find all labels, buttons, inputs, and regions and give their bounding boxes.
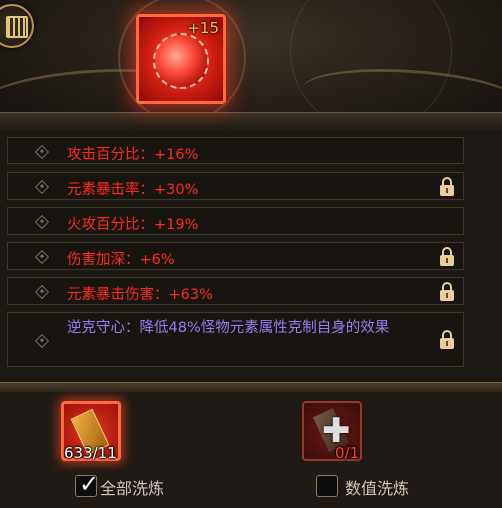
diamond-bullet-icon [34,179,50,195]
value-refine-checkbox[interactable] [316,475,338,497]
attribute-text: 伤害加深：+6% [67,252,175,268]
diamond-bullet-icon [34,249,50,265]
attribute-row[interactable]: 攻击百分比：+16% [7,137,464,164]
value-refine-label[interactable]: 数值洗炼 [345,475,409,499]
book-icon [6,16,28,38]
attribute-row[interactable]: 逆克守心：降低48%怪物元素属性克制自身的效果 [7,312,464,367]
item-header [0,0,502,130]
checkmark-icon: ✓ [79,470,100,498]
material-count: 633/11 [64,444,117,462]
attribute-text: 逆克守心：降低48%怪物元素属性克制自身的效果 [67,320,390,336]
diamond-bullet-icon [34,144,50,160]
attribute-row[interactable]: 元素暴击率：+30% [7,172,464,200]
enhance-level: +15 [187,19,219,37]
attribute-panel: 攻击百分比：+16% 元素暴击率：+30% 火攻百分比：+19% 伤害加深：+6… [0,130,502,382]
diamond-bullet-icon [34,333,50,349]
lock-icon[interactable] [440,247,454,266]
attribute-text: 元素暴击率：+30% [67,182,199,198]
attribute-row[interactable]: 伤害加深：+6% [7,242,464,270]
lock-icon[interactable] [440,282,454,301]
lock-icon[interactable] [440,330,454,349]
attribute-text: 攻击百分比：+16% [67,147,199,163]
equipped-item-slot[interactable]: +15 [136,14,226,104]
attribute-row[interactable]: 元素暴击伤害：+63% [7,277,464,305]
attribute-text: 元素暴击伤害：+63% [67,287,213,303]
material-count: 0/1 [335,444,360,462]
full-refine-label[interactable]: 全部洗炼 [100,475,164,499]
lock-icon[interactable] [440,177,454,196]
dragon-emblem-icon [153,33,209,89]
attribute-text: 火攻百分比：+19% [67,217,199,233]
diamond-bullet-icon [34,284,50,300]
decor-floor [0,112,502,130]
attribute-row[interactable]: 火攻百分比：+19% [7,207,464,235]
diamond-bullet-icon [34,214,50,230]
full-refine-checkbox[interactable]: ✓ [75,470,99,498]
